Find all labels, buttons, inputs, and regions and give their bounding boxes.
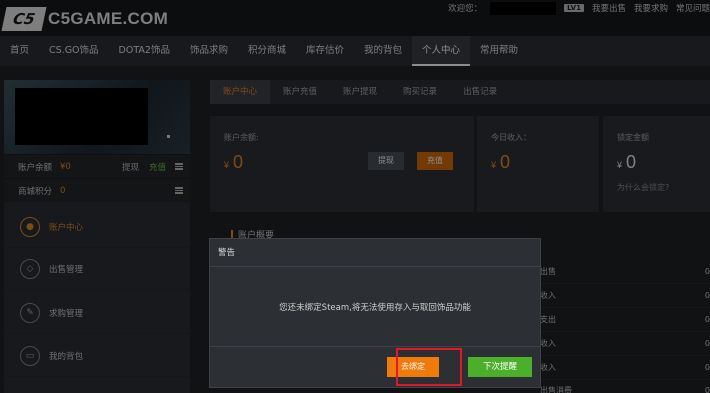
dialog-footer: 去绑定 下次提醒 — [210, 347, 540, 387]
dialog-title: 警告 — [210, 239, 540, 267]
remind-later-button[interactable]: 下次提醒 — [468, 357, 532, 377]
warning-dialog: 警告 您还未绑定Steam,将无法使用存入与取回饰品功能 去绑定 下次提醒 — [209, 238, 541, 388]
highlight-box — [396, 348, 462, 386]
dialog-message: 您还未绑定Steam,将无法使用存入与取回饰品功能 — [210, 267, 540, 347]
